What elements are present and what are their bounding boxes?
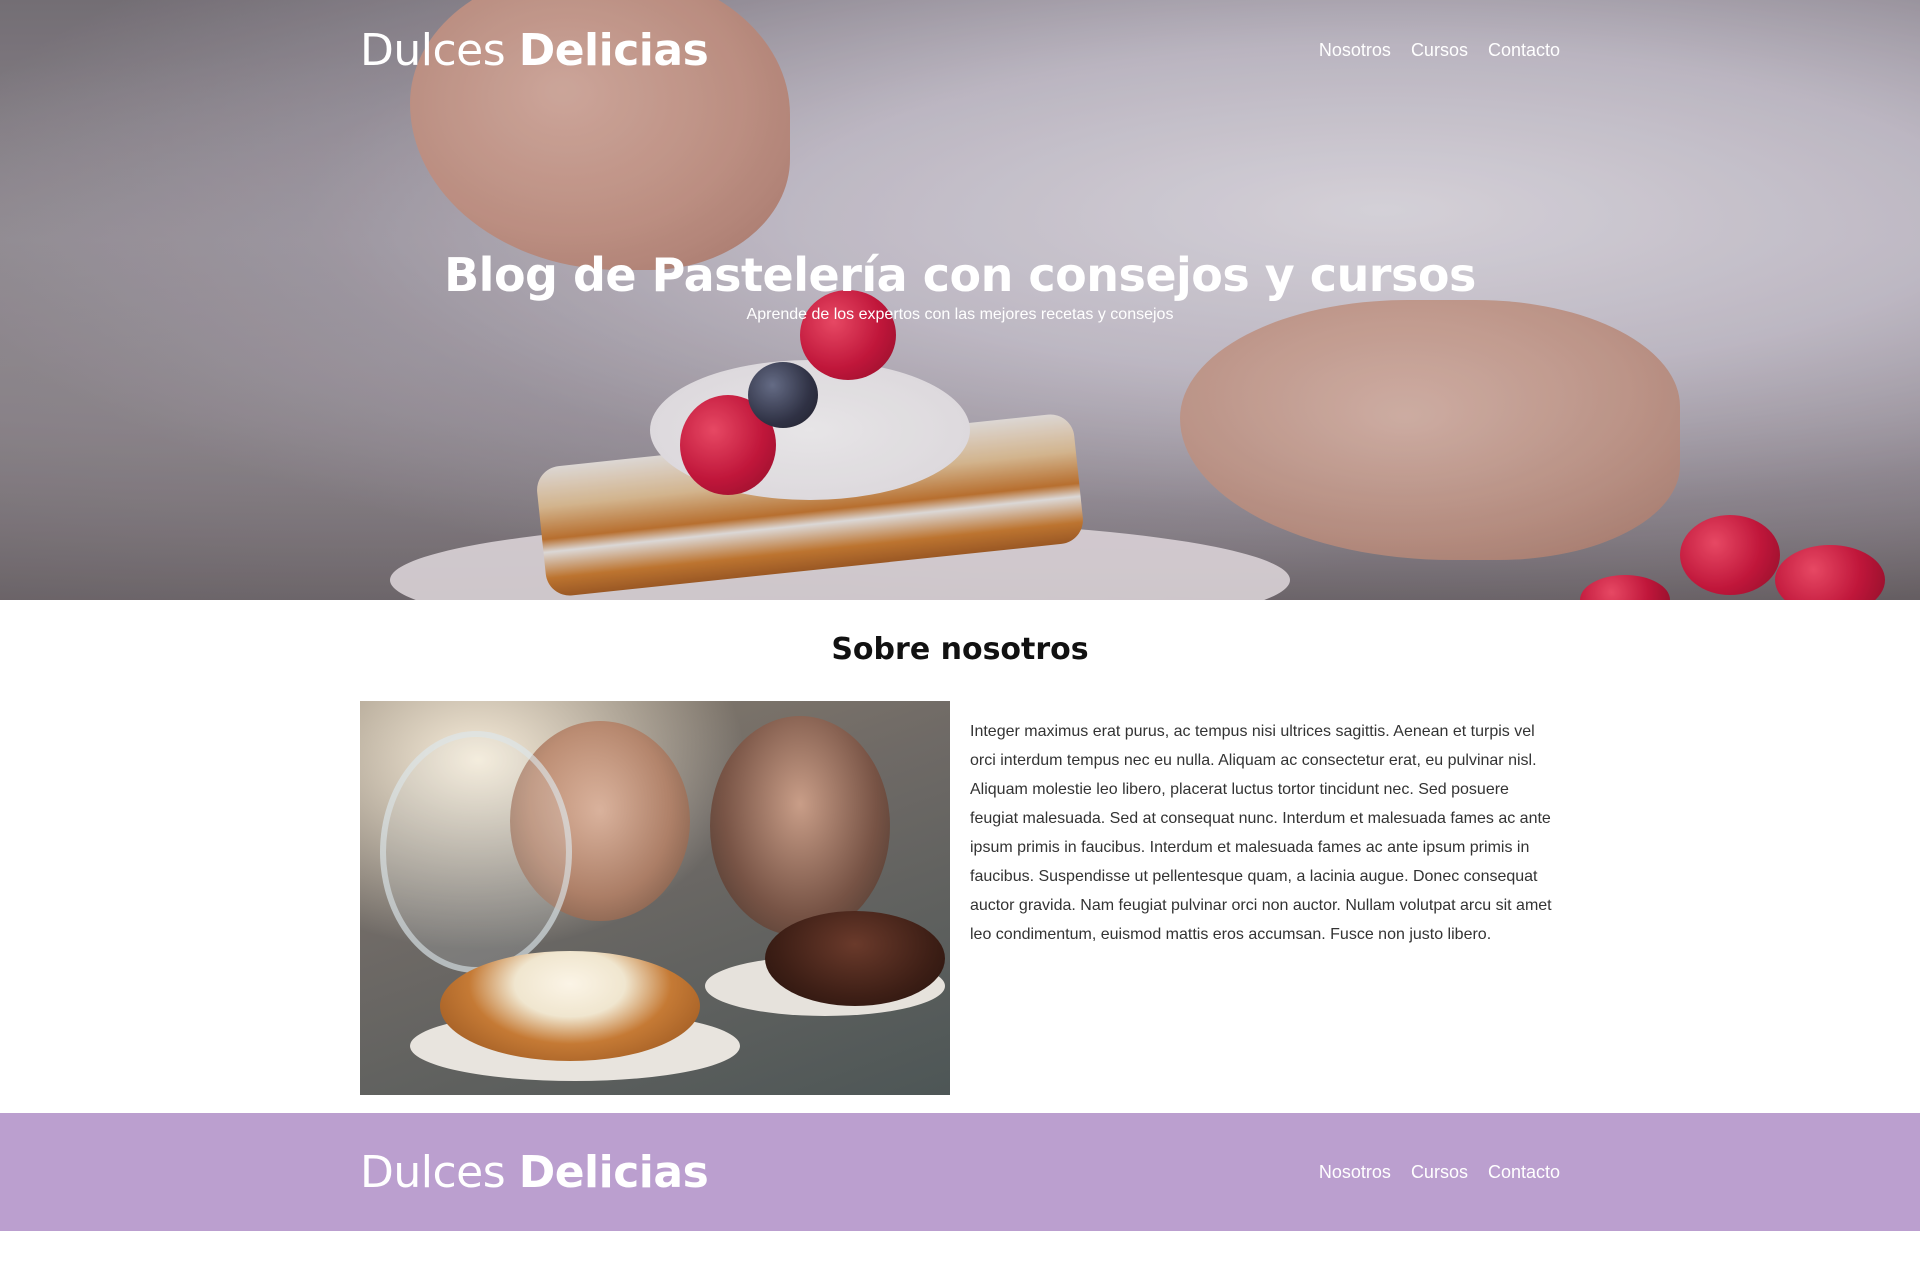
main-navigation: Nosotros Cursos Contacto [1319, 40, 1560, 61]
about-image-carrot-cake [440, 951, 700, 1061]
hero-title: Blog de Pastelería con consejos y cursos [444, 248, 1476, 302]
footer-logo[interactable]: Dulces Delicias [360, 1146, 709, 1198]
nav-link-cursos[interactable]: Cursos [1411, 40, 1468, 61]
hero-section: Dulces Delicias Nosotros Cursos Contacto… [0, 0, 1920, 600]
site-footer: Dulces Delicias Nosotros Cursos Contacto [0, 1113, 1920, 1231]
header-row: Dulces Delicias Nosotros Cursos Contacto [360, 0, 1560, 100]
hero-subtitle: Aprende de los expertos con las mejores … [746, 306, 1174, 323]
footer-logo-bold-text: Delicias [518, 1146, 709, 1198]
site-header: Dulces Delicias Nosotros Cursos Contacto [0, 0, 1920, 100]
about-image-chocolate-cake [765, 911, 945, 1006]
footer-row: Dulces Delicias Nosotros Cursos Contacto [360, 1113, 1560, 1231]
footer-link-nosotros[interactable]: Nosotros [1319, 1162, 1391, 1183]
nav-link-contacto[interactable]: Contacto [1488, 40, 1560, 61]
about-section: Sobre nosotros Integer maximus erat puru… [0, 600, 1920, 1113]
hero-text-block: Blog de Pastelería con consejos y cursos… [0, 248, 1920, 324]
about-image-man [710, 716, 890, 936]
about-image-glass-dome [380, 731, 572, 973]
footer-link-contacto[interactable]: Contacto [1488, 1162, 1560, 1183]
about-image-bakers [360, 701, 950, 1095]
about-body-text: Integer maximus erat purus, ac tempus ni… [970, 723, 1552, 943]
footer-link-cursos[interactable]: Cursos [1411, 1162, 1468, 1183]
about-title: Sobre nosotros [831, 632, 1089, 667]
logo-light-text: Dulces [360, 24, 506, 76]
logo-bold-text: Delicias [518, 24, 709, 76]
nav-link-nosotros[interactable]: Nosotros [1319, 40, 1391, 61]
footer-navigation: Nosotros Cursos Contacto [1319, 1162, 1560, 1183]
about-content: Integer maximus erat purus, ac tempus ni… [360, 701, 1560, 1095]
footer-logo-light-text: Dulces [360, 1146, 506, 1198]
site-logo[interactable]: Dulces Delicias [360, 24, 709, 76]
